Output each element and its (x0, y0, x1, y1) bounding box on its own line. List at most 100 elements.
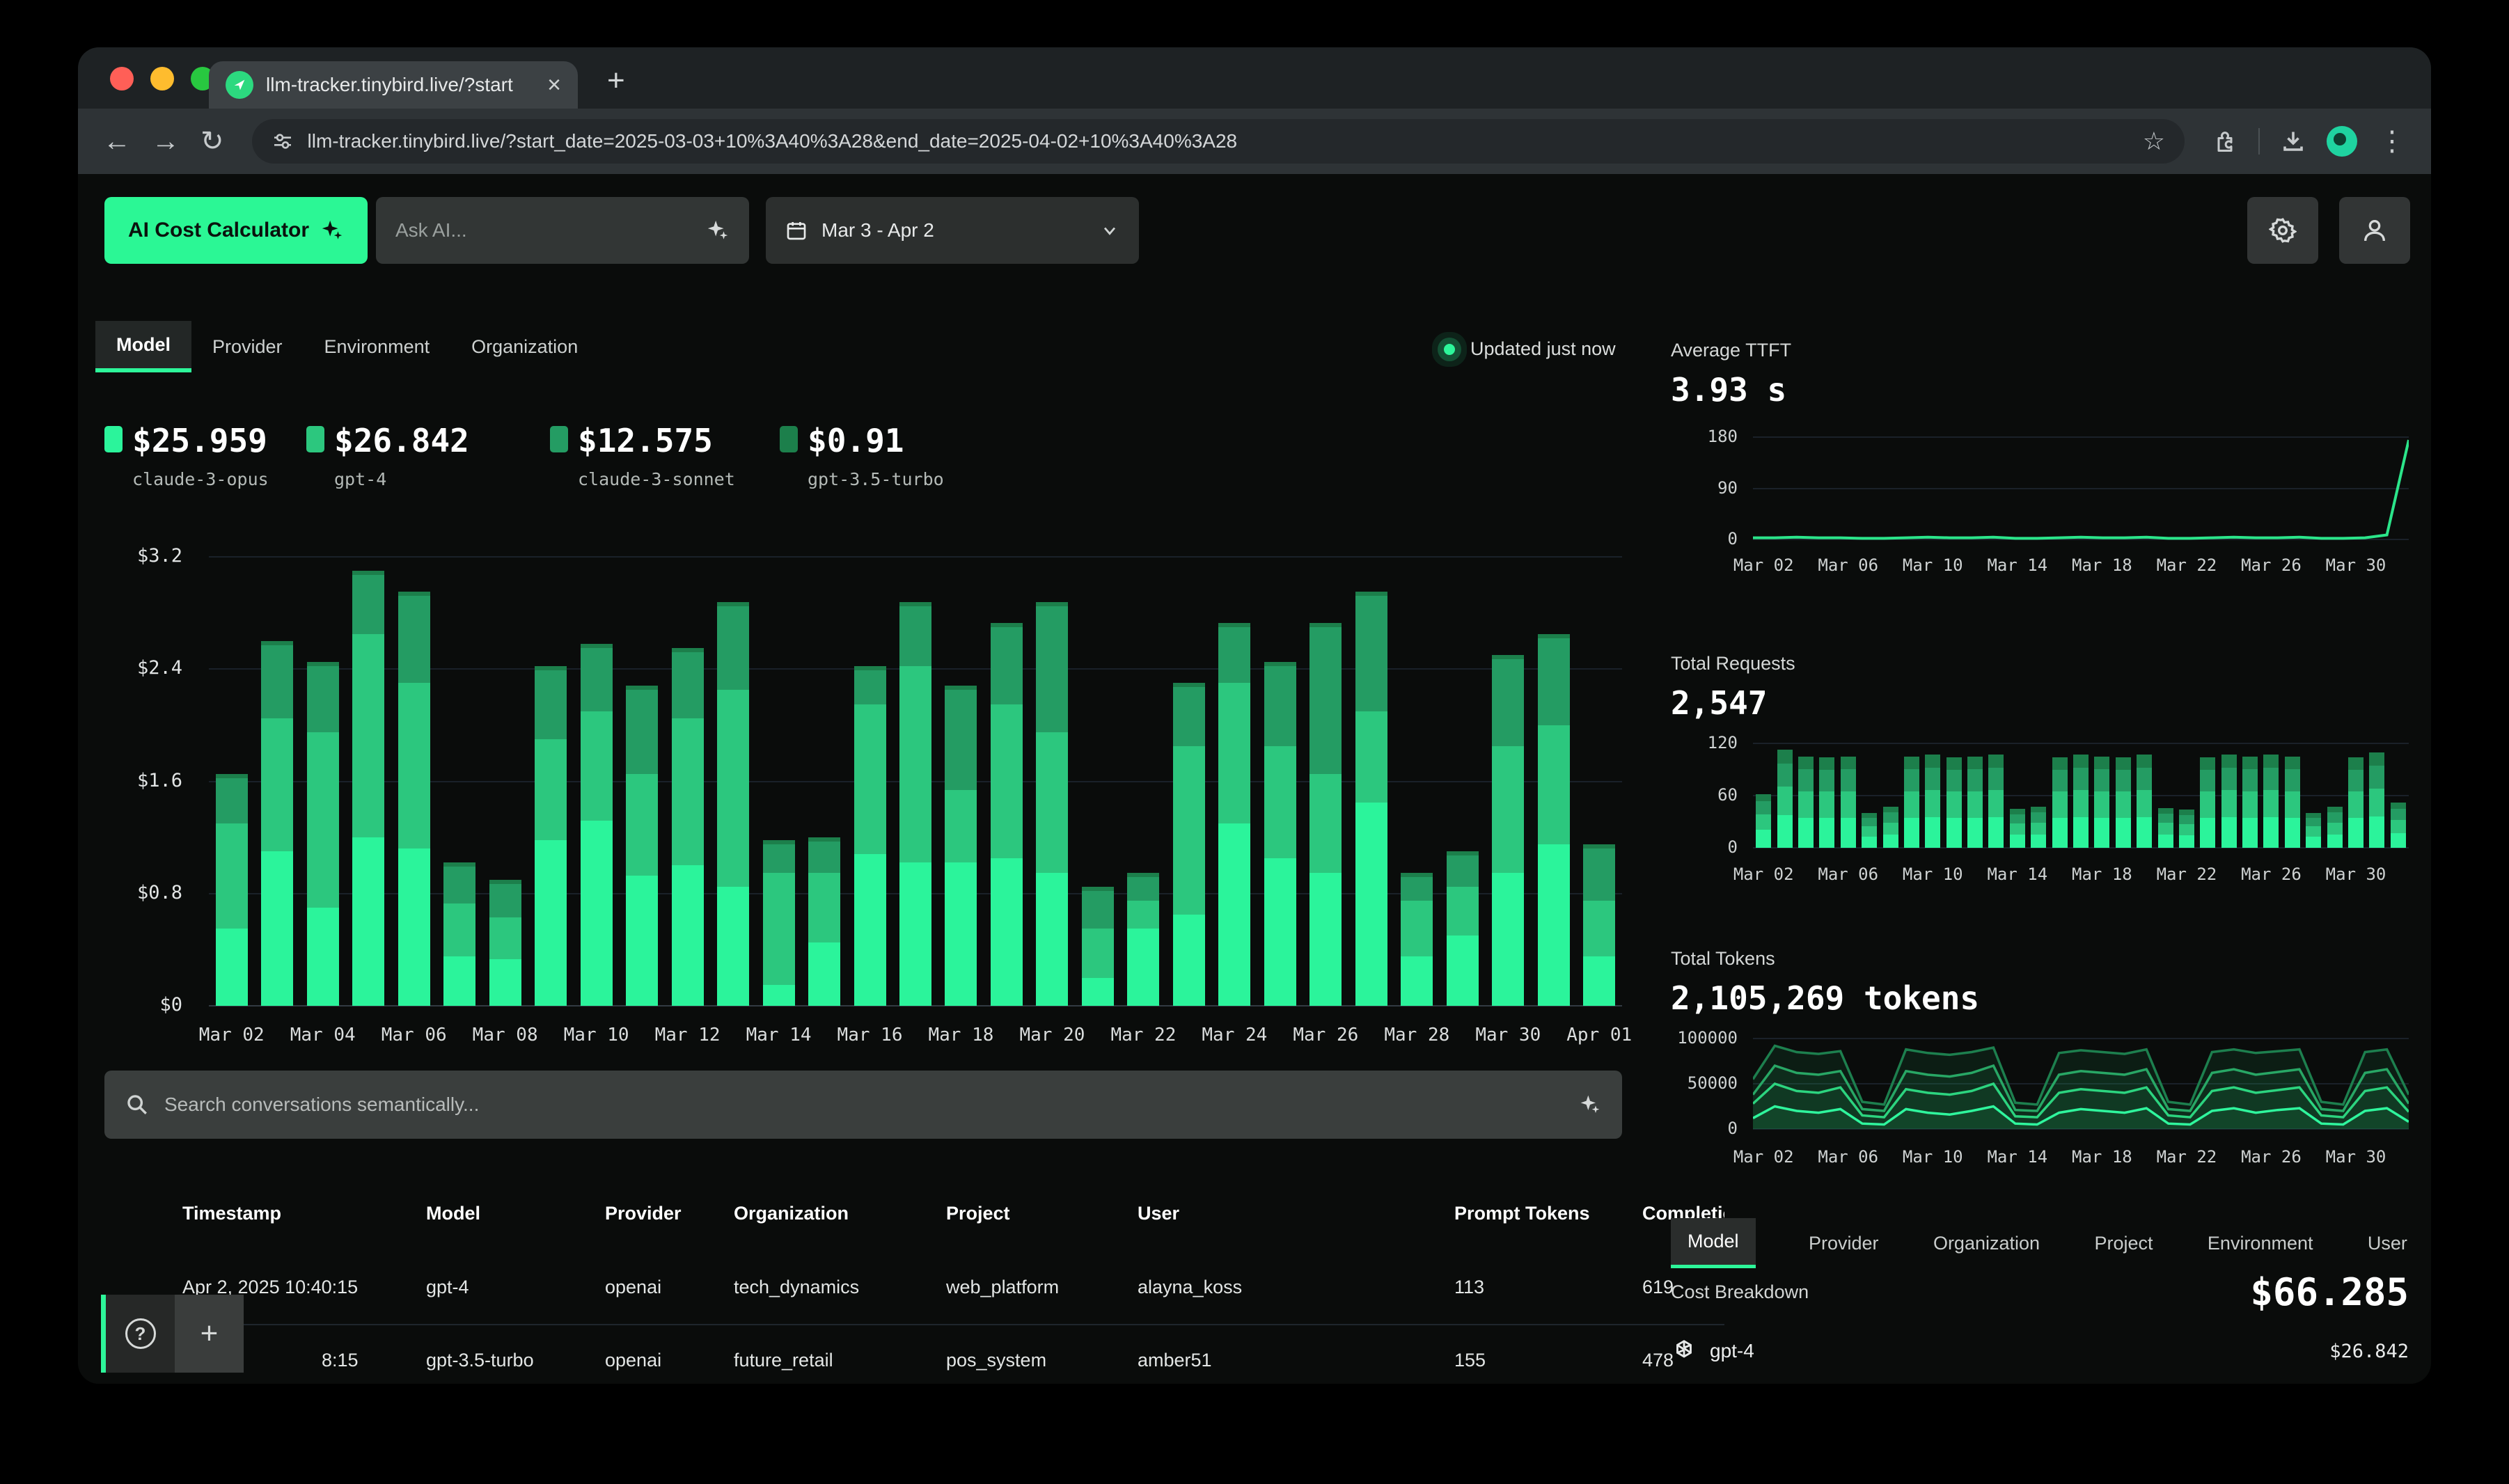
request-bar-segment[interactable] (2327, 835, 2343, 848)
request-bar-segment[interactable] (2094, 818, 2109, 848)
bar-segment-claude-3-opus[interactable] (763, 985, 795, 1006)
request-bar-segment[interactable] (2010, 835, 2025, 848)
bar-segment-gpt-4[interactable] (352, 634, 384, 837)
request-bar-segment[interactable] (1798, 818, 1814, 848)
bar-segment-claude-3-sonnet[interactable] (626, 690, 658, 774)
request-bar-segment[interactable] (2179, 810, 2194, 815)
bar-segment-claude-3-opus[interactable] (717, 887, 749, 1006)
bar-segment-claude-3-opus[interactable] (443, 956, 475, 1006)
request-bar-segment[interactable] (2158, 808, 2173, 814)
bar-segment-gpt-3.5-turbo[interactable] (1538, 634, 1570, 638)
request-bar-segment[interactable] (1925, 768, 1940, 790)
bar-segment-gpt-4[interactable] (1355, 711, 1387, 803)
bar-segment-claude-3-opus[interactable] (1218, 823, 1250, 1006)
bar-segment-gpt-4[interactable] (899, 666, 931, 862)
request-bar-segment[interactable] (2116, 770, 2131, 791)
bar-segment-claude-3-sonnet[interactable] (1538, 638, 1570, 725)
request-bar-segment[interactable] (1862, 813, 1877, 818)
bar-segment-claude-3-opus[interactable] (991, 858, 1023, 1006)
bar-segment-gpt-4[interactable] (991, 704, 1023, 859)
bar-segment-claude-3-opus[interactable] (1173, 915, 1205, 1006)
bar-segment-gpt-4[interactable] (763, 873, 795, 985)
request-bar-segment[interactable] (1946, 757, 1962, 770)
request-bar-segment[interactable] (2306, 826, 2321, 837)
request-bar-segment[interactable] (1904, 818, 1919, 848)
bar-segment-claude-3-sonnet[interactable] (717, 606, 749, 690)
bar-segment-gpt-3.5-turbo[interactable] (1036, 602, 1068, 606)
legend-item[interactable]: $26.842gpt-4 (306, 422, 550, 489)
request-bar-segment[interactable] (2010, 814, 2025, 824)
bar-segment-claude-3-sonnet[interactable] (945, 690, 977, 789)
request-bar-segment[interactable] (2369, 816, 2384, 848)
request-bar-segment[interactable] (2200, 770, 2215, 791)
request-bar-segment[interactable] (2327, 812, 2343, 822)
request-bar-segment[interactable] (2052, 770, 2068, 791)
request-bar-segment[interactable] (2285, 757, 2300, 769)
close-tab-icon[interactable]: × (547, 73, 561, 97)
request-bar-segment[interactable] (1988, 755, 2004, 768)
bar-segment-gpt-3.5-turbo[interactable] (443, 862, 475, 867)
request-bar-segment[interactable] (1946, 818, 1962, 848)
tab-provider[interactable]: Provider (191, 321, 304, 372)
request-bar-segment[interactable] (2179, 815, 2194, 824)
request-bar-segment[interactable] (2137, 817, 2152, 848)
reload-icon[interactable]: ↻ (200, 127, 224, 155)
bar-segment-claude-3-opus[interactable] (1309, 873, 1342, 1006)
bar-segment-gpt-3.5-turbo[interactable] (1492, 655, 1524, 659)
bar-segment-claude-3-opus[interactable] (535, 840, 567, 1006)
request-bar-segment[interactable] (1862, 826, 1877, 837)
table-row[interactable]: Apr 2, 2025 10:40:15gpt-4openaitech_dyna… (182, 1267, 1724, 1309)
request-bar-segment[interactable] (2306, 837, 2321, 848)
request-bar-segment[interactable] (2263, 768, 2279, 790)
request-bar-segment[interactable] (2094, 769, 2109, 791)
bar-segment-gpt-3.5-turbo[interactable] (398, 592, 430, 596)
bar-segment-gpt-3.5-turbo[interactable] (307, 662, 339, 666)
semantic-search-input[interactable]: Search conversations semantically... (104, 1071, 1622, 1139)
request-bar-segment[interactable] (2369, 789, 2384, 816)
request-bar-segment[interactable] (2348, 791, 2364, 818)
bookmark-star-icon[interactable]: ☆ (2143, 127, 2165, 156)
bar-segment-claude-3-opus[interactable] (398, 848, 430, 1006)
bar-segment-claude-3-sonnet[interactable] (581, 648, 613, 711)
bar-segment-gpt-4[interactable] (1309, 774, 1342, 872)
bar-segment-gpt-4[interactable] (535, 739, 567, 840)
bar-segment-claude-3-opus[interactable] (1355, 803, 1387, 1006)
bar-segment-claude-3-opus[interactable] (261, 851, 293, 1006)
bar-segment-gpt-4[interactable] (1218, 683, 1250, 823)
request-bar-segment[interactable] (2242, 818, 2258, 848)
bar-segment-gpt-4[interactable] (672, 718, 704, 866)
bar-segment-gpt-4[interactable] (808, 873, 840, 943)
request-bar-segment[interactable] (1925, 755, 1940, 768)
bar-segment-gpt-3.5-turbo[interactable] (1447, 851, 1479, 855)
request-bar-segment[interactable] (2391, 803, 2406, 809)
request-bar-segment[interactable] (2052, 757, 2068, 770)
bar-segment-claude-3-opus[interactable] (216, 929, 248, 1006)
bar-segment-claude-3-sonnet[interactable] (1264, 666, 1296, 746)
request-bar-segment[interactable] (2179, 835, 2194, 848)
bar-segment-gpt-3.5-turbo[interactable] (1264, 662, 1296, 666)
bar-segment-gpt-3.5-turbo[interactable] (717, 602, 749, 606)
bar-segment-gpt-3.5-turbo[interactable] (216, 774, 248, 778)
bar-segment-claude-3-sonnet[interactable] (352, 575, 384, 634)
browser-menu-icon[interactable]: ⋮ (2378, 125, 2406, 157)
app-title-button[interactable]: AI Cost Calculator (104, 197, 368, 264)
request-bar-segment[interactable] (2031, 823, 2046, 835)
bar-segment-gpt-4[interactable] (1127, 901, 1159, 929)
bar-segment-gpt-4[interactable] (261, 718, 293, 851)
back-icon[interactable]: ← (103, 127, 131, 155)
request-bar-segment[interactable] (1904, 769, 1919, 791)
request-bar-segment[interactable] (1798, 791, 1814, 818)
downloads-icon[interactable] (2281, 129, 2306, 154)
bar-segment-gpt-3.5-turbo[interactable] (1583, 844, 1615, 848)
bar-segment-gpt-3.5-turbo[interactable] (489, 880, 521, 884)
extensions-icon[interactable] (2212, 129, 2237, 154)
bar-segment-claude-3-opus[interactable] (1036, 873, 1068, 1006)
request-bar-segment[interactable] (2263, 755, 2279, 768)
breakdown-tab-organization[interactable]: Organization (1932, 1220, 2041, 1267)
close-window-button[interactable] (110, 67, 134, 90)
bar-segment-gpt-3.5-turbo[interactable] (945, 686, 977, 690)
request-bar-segment[interactable] (2285, 818, 2300, 848)
request-bar-segment[interactable] (2137, 790, 2152, 817)
bar-segment-gpt-3.5-turbo[interactable] (899, 602, 931, 606)
request-bar-segment[interactable] (1988, 768, 2004, 790)
